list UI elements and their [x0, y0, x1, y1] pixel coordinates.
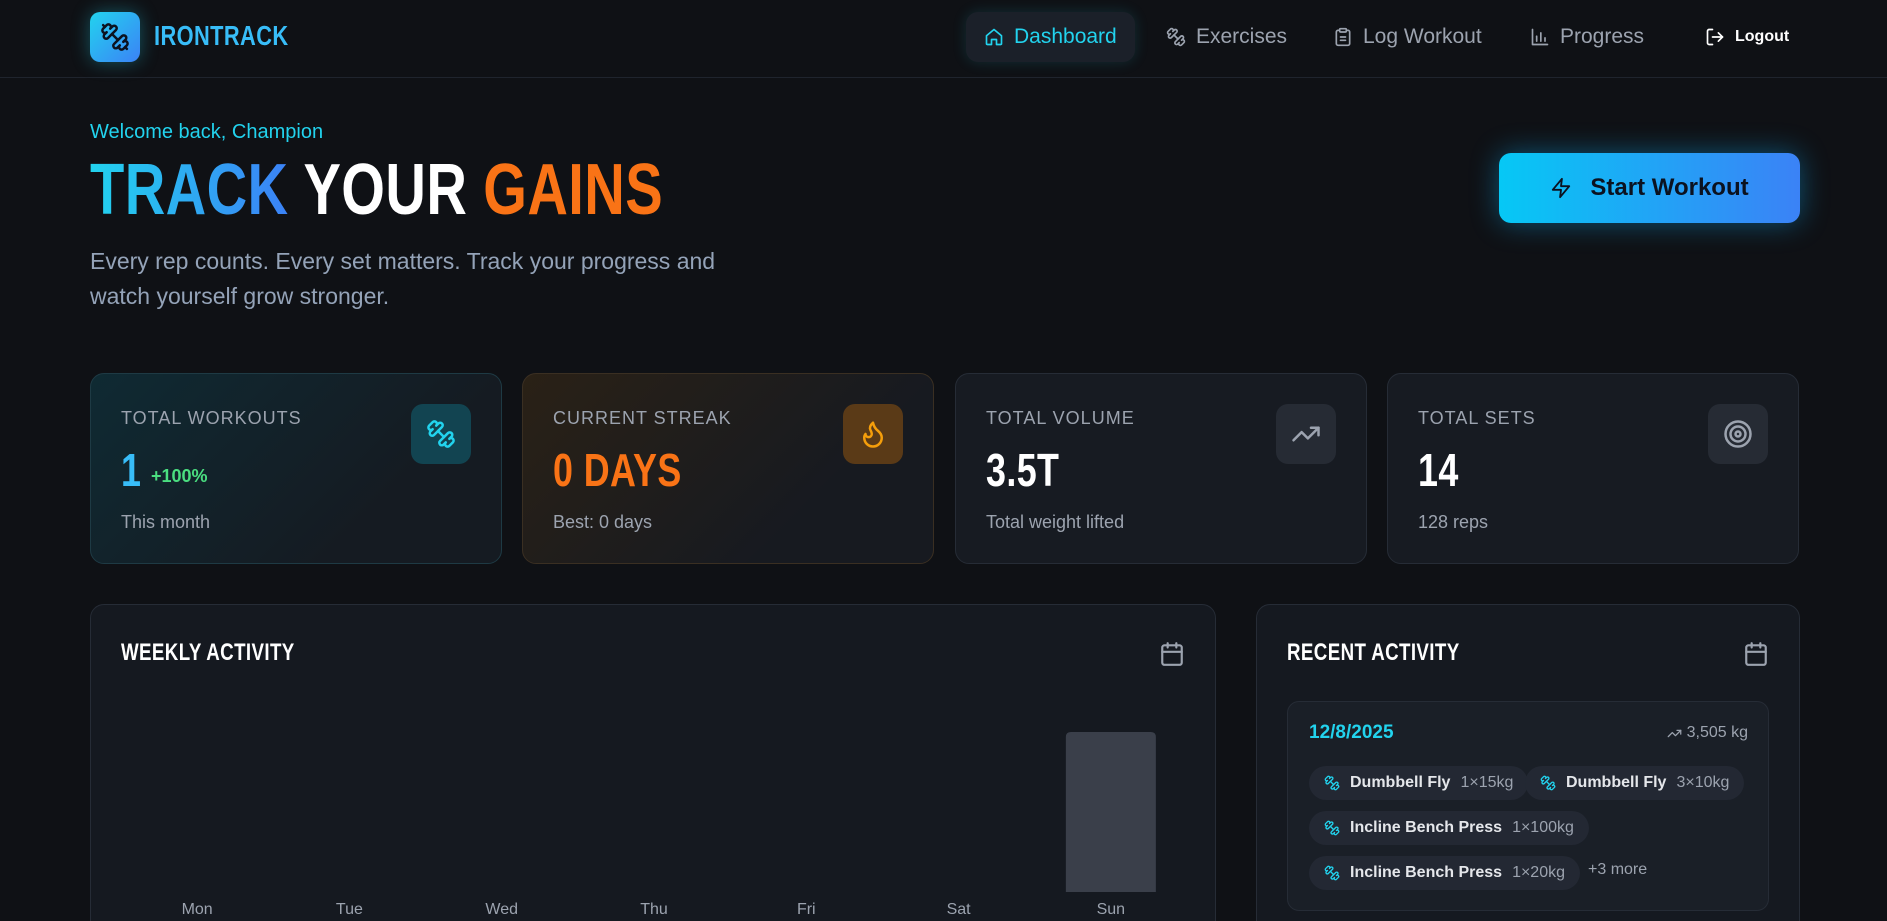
top-navbar: IRONTRACK Dashboard Exercises Log Workou…: [0, 0, 1887, 78]
title-part-your: YOUR: [303, 150, 468, 230]
exercise-chip[interactable]: Incline Bench Press 1×100kg: [1309, 811, 1589, 845]
weekly-activity-panel: WEEKLY ACTIVITY Mon Tue Wed Thu Fri Sat Sun: [90, 604, 1216, 921]
flame-icon: [863, 421, 883, 448]
dumbbell-icon: [1324, 775, 1340, 791]
stat-icon-box: [411, 404, 471, 464]
stat-value: 0 DAYS: [553, 444, 682, 496]
activity-date: 12/8/2025: [1309, 722, 1394, 743]
logo[interactable]: [90, 12, 140, 62]
stat-label: TOTAL WORKOUTS: [121, 408, 302, 428]
recent-activity-title: RECENT ACTIVITY: [1287, 639, 1460, 666]
chart-day-label: Mon: [182, 901, 213, 918]
logout-label: Logout: [1735, 28, 1790, 45]
chart-day-label: Sun: [1097, 901, 1125, 918]
exercise-name: Dumbbell Fly: [1350, 774, 1451, 791]
stat-card-total-volume: TOTAL VOLUME 3.5T Total weight lifted: [955, 373, 1367, 564]
stat-value: 1: [121, 444, 142, 496]
activity-entry[interactable]: 12/8/2025 3,505 kg Dumbbell Fly 1×15kg D…: [1287, 701, 1769, 911]
dumbbell-icon: [427, 420, 455, 448]
page-title: TRACK YOUR GAINS: [90, 150, 825, 230]
clipboard-icon: [1335, 27, 1351, 47]
nav-dashboard[interactable]: Dashboard: [966, 12, 1135, 62]
exercise-sets: 1×15kg: [1460, 774, 1514, 791]
nav-log-workout[interactable]: Log Workout: [1315, 12, 1500, 62]
dumbbell-icon: [1324, 820, 1340, 836]
nav-log-workout-label: Log Workout: [1363, 25, 1482, 48]
activity-volume-value: 3,505 kg: [1686, 724, 1748, 741]
nav-progress[interactable]: Progress: [1512, 12, 1662, 62]
stat-icon-box: [1276, 404, 1336, 464]
chart-day-label: Wed: [485, 901, 518, 918]
stat-label: CURRENT STREAK: [553, 408, 732, 428]
exercise-name: Dumbbell Fly: [1566, 774, 1667, 791]
start-workout-label: Start Workout: [1590, 174, 1749, 201]
stat-foot: This month: [121, 512, 211, 532]
stat-card-total-sets: TOTAL SETS 14 128 reps: [1387, 373, 1799, 564]
welcome-text: Welcome back, Champion: [90, 121, 324, 143]
title-part-track: TRACK: [90, 150, 289, 230]
dumbbell-icon: [1540, 775, 1556, 791]
chart-day-label: Sat: [947, 901, 972, 918]
chart-day-label: Thu: [640, 901, 668, 918]
stat-foot: Best: 0 days: [553, 512, 653, 532]
dumbbell-icon: [1324, 865, 1340, 881]
exercise-name: Incline Bench Press: [1350, 819, 1503, 836]
stat-card-current-streak: CURRENT STREAK 0 DAYS Best: 0 days: [522, 373, 934, 564]
recent-activity-panel: RECENT ACTIVITY 12/8/2025 3,505 kg Dumbb…: [1256, 604, 1800, 921]
title-part-gains: GAINS: [483, 150, 664, 230]
hero-subtitle: Every rep counts. Every set matters. Tra…: [90, 248, 716, 309]
stat-value: 14: [1418, 444, 1459, 496]
stat-value: 3.5T: [986, 444, 1060, 496]
logout-icon: [1706, 28, 1724, 46]
exercise-chip[interactable]: Incline Bench Press 1×20kg: [1309, 856, 1580, 890]
lightning-icon: [1552, 177, 1571, 199]
more-exercises-link[interactable]: +3 more: [1588, 861, 1647, 879]
stat-foot: 128 reps: [1418, 512, 1489, 532]
stat-foot: Total weight lifted: [986, 512, 1125, 532]
trending-up-icon: [1292, 426, 1320, 442]
chart-bar-sun[interactable]: [1065, 732, 1156, 892]
target-icon: [1724, 420, 1752, 448]
dumbbell-icon: [101, 23, 129, 51]
home-icon: [985, 28, 1003, 46]
nav-exercises[interactable]: Exercises: [1148, 12, 1305, 62]
calendar-icon[interactable]: [1743, 641, 1769, 667]
nav-dashboard-label: Dashboard: [1014, 25, 1117, 48]
chart-day-label: Fri: [797, 901, 816, 918]
dumbbell-icon: [1166, 27, 1186, 47]
stat-card-total-workouts: TOTAL WORKOUTS 1 +100% This month: [90, 373, 502, 564]
exercise-chip[interactable]: Dumbbell Fly 1×15kg: [1309, 766, 1529, 800]
exercise-chip[interactable]: Dumbbell Fly 3×10kg: [1525, 766, 1745, 800]
trending-up-icon: [1667, 729, 1681, 737]
logout-button[interactable]: Logout: [1687, 12, 1807, 62]
stat-label: TOTAL SETS: [1418, 408, 1536, 428]
brand-name[interactable]: IRONTRACK: [154, 19, 327, 53]
chart-day-label: Tue: [336, 901, 363, 918]
stat-label: TOTAL VOLUME: [986, 408, 1135, 428]
weekly-activity-chart: Mon Tue Wed Thu Fri Sat Sun: [182, 732, 1156, 918]
nav-progress-label: Progress: [1560, 25, 1645, 48]
stat-icon-box: [843, 404, 903, 464]
exercise-sets: 1×20kg: [1512, 864, 1565, 881]
nav-exercises-label: Exercises: [1196, 25, 1288, 48]
exercise-sets: 3×10kg: [1676, 774, 1730, 791]
activity-volume: 3,505 kg: [1667, 724, 1748, 742]
stat-icon-box: [1708, 404, 1768, 464]
exercise-name: Incline Bench Press: [1350, 864, 1503, 881]
exercise-sets: 1×100kg: [1512, 819, 1574, 836]
bar-chart-icon: [1531, 28, 1549, 46]
stat-change: +100%: [151, 466, 208, 486]
start-workout-button[interactable]: Start Workout: [1499, 153, 1800, 223]
